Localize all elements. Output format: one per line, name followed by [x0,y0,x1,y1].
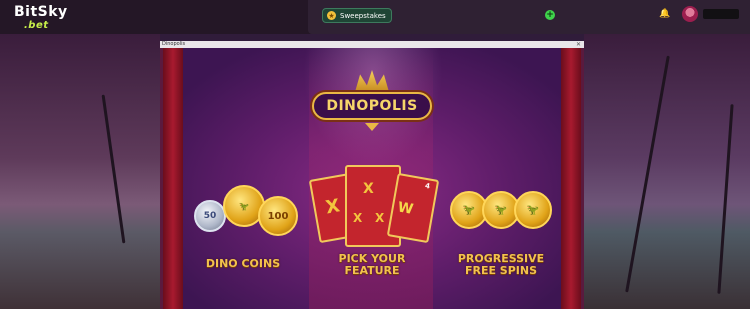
game-window-titlebar: Dinopolis ✕ [160,41,584,48]
game-window-title: Dinopolis [162,41,186,47]
silver-coin: 50 [194,200,226,232]
curtain-right [561,48,581,309]
username-field[interactable] [703,9,739,19]
palm-tree [717,104,734,294]
brand-name: BitSky [14,4,68,20]
sweepstakes-button[interactable]: ★ Sweepstakes [322,8,392,23]
feature-label-pick-your-feature: PICK YOUR FEATURE [338,252,406,277]
game-stage[interactable]: DINOPOLIS 50 🦖 100 DINO COINS X X X X W … [163,48,581,309]
game-logo: DINOPOLIS [312,92,432,120]
brand-suffix: .bet [24,20,49,31]
background-scenery-right [584,34,750,309]
feature-label-dino-coins: DINO COINS [205,257,281,270]
star-icon: ★ [327,11,336,20]
avatar[interactable] [682,6,698,22]
brand-logo[interactable]: BitSky .bet [14,4,68,32]
card-x-icon: X [353,211,363,225]
gold-coin-100: 100 [258,196,298,236]
top-bar: BitSky .bet ★ Sweepstakes + 🔔 [0,0,750,34]
bell-icon[interactable]: 🔔 [659,9,670,19]
plus-icon[interactable]: + [545,10,555,20]
game-window: Dinopolis ✕ DINOPOLIS 50 🦖 100 DINO COIN… [160,41,584,309]
coin-value: 50 [203,211,217,221]
coin-value: 100 [267,210,289,222]
card-x-icon: X [363,181,374,197]
card-x-icon: X [375,211,385,225]
card-corner-label: 4 [424,181,431,191]
palm-tree [625,55,670,293]
feature-label-progressive-free-spins: PROGRESSIVE FREE SPINS [457,252,545,277]
card-x-icon: X [324,195,342,219]
background-scenery-left [0,34,160,309]
card-w-icon: W [396,199,415,218]
dino-gold-coin: 🦖 [514,191,552,229]
curtain-left [163,48,183,309]
sweepstakes-label: Sweepstakes [340,11,386,20]
close-icon[interactable]: ✕ [576,41,581,48]
palm-tree [101,94,126,244]
